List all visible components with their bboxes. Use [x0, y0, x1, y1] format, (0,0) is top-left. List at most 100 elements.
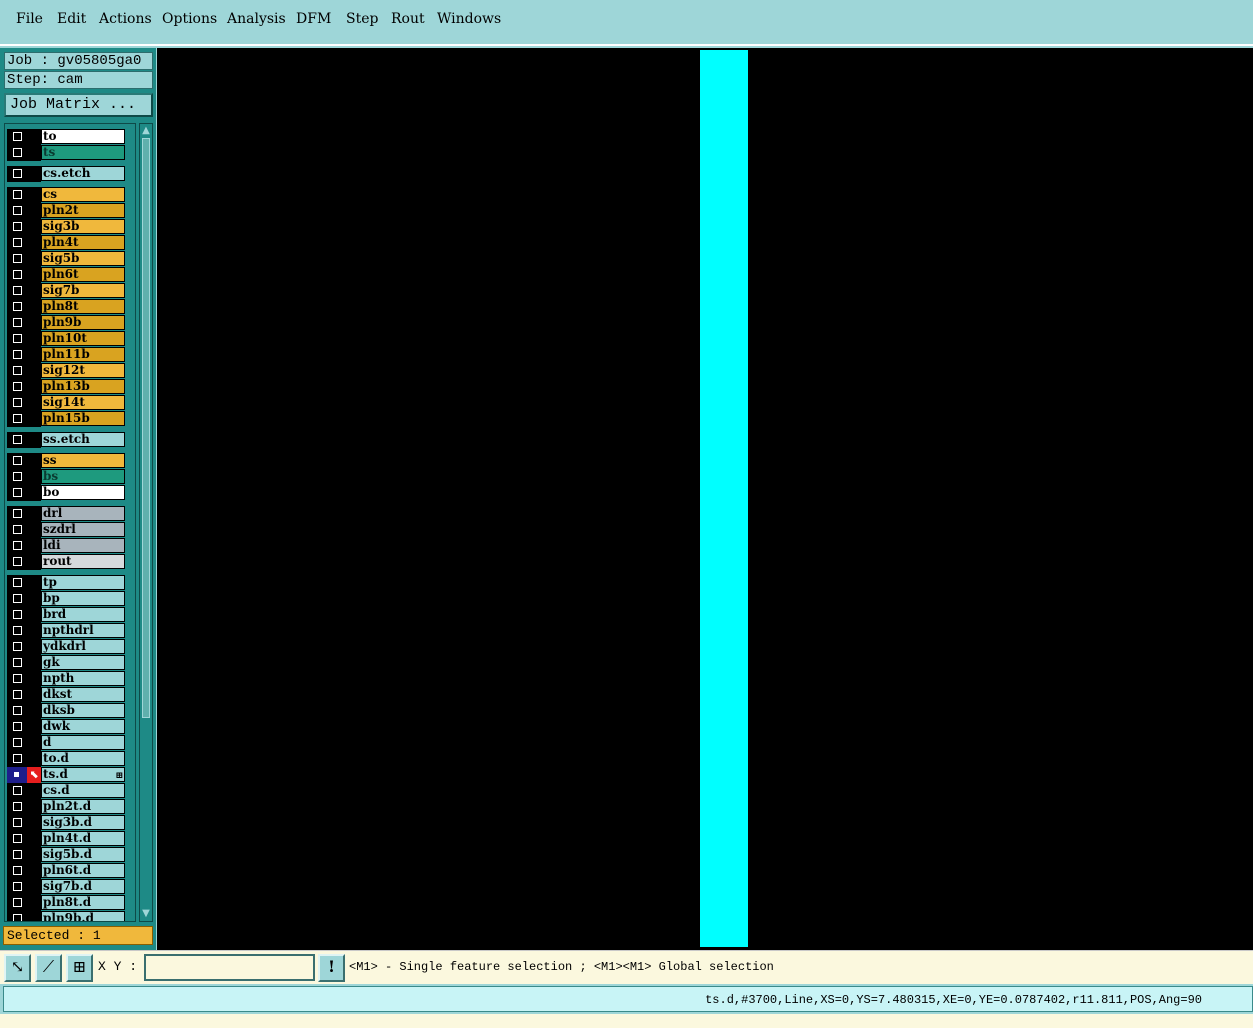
layer-row[interactable]: szdrl [7, 522, 133, 538]
layer-flag[interactable] [27, 299, 41, 315]
layer-row[interactable]: ⬉ ts.d ⊞ [7, 767, 133, 783]
layer-flag[interactable] [27, 799, 41, 815]
layer-checkbox[interactable] [7, 607, 27, 623]
layer-flag[interactable] [27, 703, 41, 719]
layer-flag[interactable] [27, 751, 41, 767]
layer-checkbox[interactable] [7, 522, 27, 538]
layer-row[interactable]: bo [7, 485, 133, 501]
layer-name[interactable]: pln15b [41, 411, 125, 426]
layer-checkbox[interactable] [7, 331, 27, 347]
layer-flag[interactable] [27, 315, 41, 331]
layer-checkbox[interactable] [7, 129, 27, 145]
layer-name[interactable]: sig7b [41, 283, 125, 298]
layer-checkbox[interactable] [7, 639, 27, 655]
layer-checkbox[interactable] [7, 506, 27, 522]
layer-flag[interactable] [27, 267, 41, 283]
layer-checkbox[interactable] [7, 895, 27, 911]
layer-name[interactable]: pln13b [41, 379, 125, 394]
menu-analysis[interactable]: Analysis [227, 11, 286, 27]
layer-flag[interactable] [27, 411, 41, 427]
layer-row[interactable]: sig7b [7, 283, 133, 299]
layer-checkbox[interactable] [7, 187, 27, 203]
scroll-thumb[interactable] [142, 138, 150, 718]
layer-row[interactable]: brd [7, 607, 133, 623]
layer-row[interactable]: bp [7, 591, 133, 607]
layer-row[interactable]: pln6t [7, 267, 133, 283]
layer-row[interactable]: npthdrl [7, 623, 133, 639]
layer-name[interactable]: ss [41, 453, 125, 468]
layer-row[interactable]: pln8t [7, 299, 133, 315]
layer-name[interactable]: npth [41, 671, 125, 686]
layer-name[interactable]: ss.etch [41, 432, 125, 447]
layer-name[interactable]: pln9b.d [41, 911, 125, 921]
layer-flag[interactable] [27, 783, 41, 799]
layer-checkbox[interactable] [7, 687, 27, 703]
layer-row[interactable]: pln8t.d [7, 895, 133, 911]
layer-row[interactable]: sig5b [7, 251, 133, 267]
menu-windows[interactable]: Windows [437, 11, 501, 27]
layer-row[interactable]: pln6t.d [7, 863, 133, 879]
layer-row[interactable]: sig14t [7, 395, 133, 411]
layer-row[interactable]: to [7, 129, 133, 145]
layer-checkbox[interactable] [7, 863, 27, 879]
layer-checkbox[interactable] [7, 267, 27, 283]
layer-checkbox[interactable] [7, 363, 27, 379]
layer-flag[interactable] [27, 166, 41, 182]
layer-list-scrollbar[interactable]: ▲ ▼ [139, 123, 153, 922]
layer-checkbox[interactable] [7, 299, 27, 315]
layer-flag[interactable] [27, 655, 41, 671]
layer-row[interactable]: d [7, 735, 133, 751]
layer-list[interactable]: to ts cs.etch cs pln2t sig3b pln4t sig5b pln6t si… [4, 123, 136, 922]
layer-flag[interactable] [27, 187, 41, 203]
layer-checkbox[interactable] [7, 719, 27, 735]
layer-flag[interactable] [27, 719, 41, 735]
layer-flag[interactable] [27, 815, 41, 831]
layer-flag[interactable] [27, 432, 41, 448]
layer-flag[interactable] [27, 879, 41, 895]
layer-flag[interactable] [27, 639, 41, 655]
menu-options[interactable]: Options [162, 11, 217, 27]
layer-row[interactable]: sig12t [7, 363, 133, 379]
zoom-fit-icon[interactable]: ⤡ [4, 954, 31, 982]
layer-row[interactable]: pln4t [7, 235, 133, 251]
layer-row[interactable]: ss.etch [7, 432, 133, 448]
layer-checkbox[interactable] [7, 783, 27, 799]
layer-row[interactable]: sig7b.d [7, 879, 133, 895]
layer-name[interactable]: dksb [41, 703, 125, 718]
layer-checkbox[interactable] [7, 235, 27, 251]
layer-checkbox[interactable] [7, 703, 27, 719]
menu-rout[interactable]: Rout [391, 11, 425, 27]
menu-file[interactable]: File [16, 11, 43, 27]
layer-name[interactable]: bs [41, 469, 125, 484]
layer-name[interactable]: sig5b [41, 251, 125, 266]
layer-name[interactable]: pln6t.d [41, 863, 125, 878]
layer-row[interactable]: pln15b [7, 411, 133, 427]
layer-row[interactable]: gk [7, 655, 133, 671]
layer-checkbox[interactable] [7, 671, 27, 687]
measure-icon[interactable]: ⟋ [35, 954, 62, 982]
layer-flag[interactable] [27, 575, 41, 591]
layer-name[interactable]: ydkdrl [41, 639, 125, 654]
layer-name[interactable]: pln11b [41, 347, 125, 362]
layer-checkbox[interactable] [7, 219, 27, 235]
layer-checkbox[interactable] [7, 315, 27, 331]
layer-flag[interactable] [27, 522, 41, 538]
layer-row[interactable]: pln2t [7, 203, 133, 219]
layer-name[interactable]: ts [41, 145, 125, 160]
layer-name[interactable]: d [41, 735, 125, 750]
layer-checkbox[interactable] [7, 799, 27, 815]
scroll-up-icon[interactable]: ▲ [141, 126, 151, 136]
layer-row[interactable]: to.d [7, 751, 133, 767]
layer-checkbox[interactable] [7, 554, 27, 570]
layer-name[interactable]: gk [41, 655, 125, 670]
menu-edit[interactable]: Edit [57, 11, 86, 27]
layer-row[interactable]: pln9b.d [7, 911, 133, 921]
layer-name[interactable]: pln10t [41, 331, 125, 346]
layer-name[interactable]: rout [41, 554, 125, 569]
layer-checkbox[interactable] [7, 655, 27, 671]
layer-row[interactable]: sig3b.d [7, 815, 133, 831]
menu-dfm[interactable]: DFM [296, 11, 331, 27]
layer-checkbox[interactable] [7, 735, 27, 751]
layer-name[interactable]: dkst [41, 687, 125, 702]
layer-checkbox[interactable] [7, 145, 27, 161]
